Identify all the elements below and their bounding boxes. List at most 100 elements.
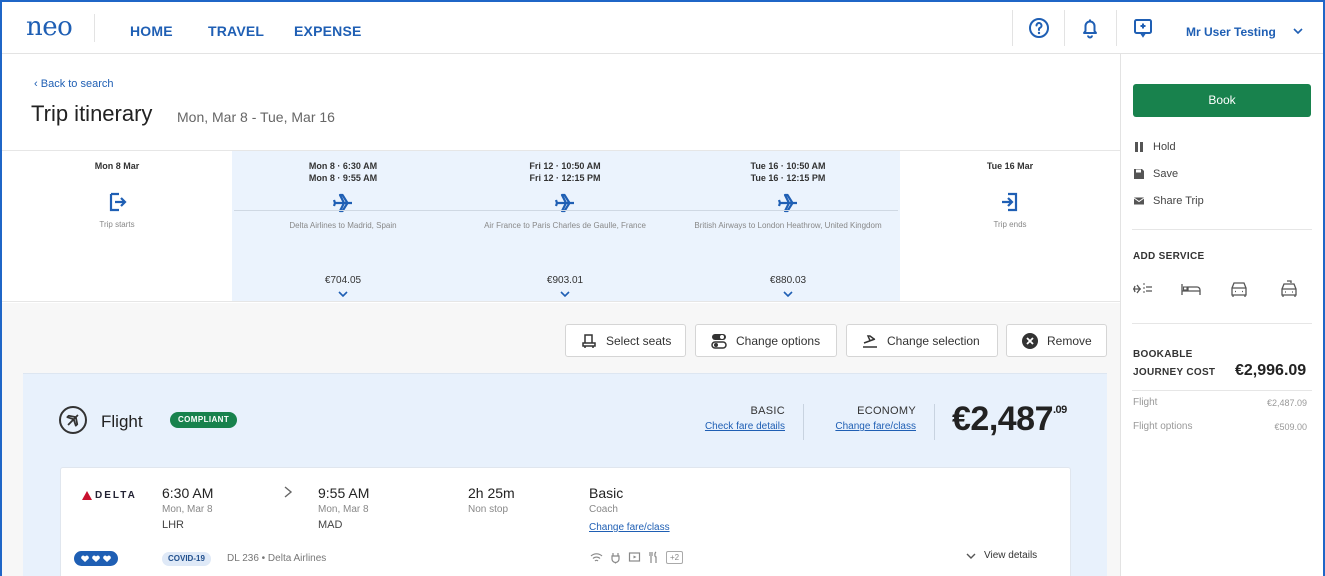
- segment-description: British Airways to London Heathrow, Unit…: [694, 221, 882, 230]
- amenities-row: +2: [590, 551, 684, 564]
- back-to-search-link[interactable]: ‹ Back to search: [34, 78, 114, 90]
- cost-row-value: €2,487.09: [1266, 398, 1307, 408]
- neo-logo[interactable]: neo: [26, 12, 73, 42]
- timeline-date: Tue 16 Mar: [986, 161, 1034, 171]
- change-fare-class-link[interactable]: Change fare/class: [822, 421, 916, 432]
- arrive-airport: MAD: [318, 519, 343, 531]
- depart-date: Mon, Mar 8: [162, 504, 213, 515]
- fare-name: Basic: [589, 485, 624, 501]
- flight-number: DL 236 • Delta Airlines: [227, 553, 327, 564]
- divider: [1064, 10, 1065, 46]
- depart-time: 6:30 AM: [162, 485, 214, 501]
- divider: [1132, 323, 1312, 324]
- remove-label: Remove: [1047, 333, 1092, 348]
- delta-logo: DELTA: [82, 490, 137, 501]
- hold-label: Hold: [1153, 141, 1176, 153]
- booking-sidebar: [1120, 54, 1323, 576]
- add-service-heading: ADD SERVICE: [1133, 251, 1205, 262]
- power-plug-icon: [611, 553, 620, 564]
- seat-icon: [582, 333, 596, 348]
- flight-circle-icon: [59, 406, 87, 434]
- segment-depart: Fri 12 · 10:50 AM: [529, 161, 601, 171]
- delta-triangle-icon: [82, 491, 92, 500]
- timeline-segment-3[interactable]: Tue 16 · 10:50 AM Tue 16 · 12:15 PM Brit…: [676, 151, 900, 301]
- flight-duration: 2h 25m: [468, 485, 515, 501]
- top-nav: neo HOME TRAVEL EXPENSE Mr User Testing: [2, 2, 1323, 54]
- add-flight-service-icon[interactable]: [1131, 279, 1153, 299]
- chevron-down-icon[interactable]: [560, 290, 570, 298]
- save-action[interactable]: Save: [1133, 168, 1178, 180]
- chevron-down-icon: [966, 553, 976, 559]
- change-selection-button[interactable]: Change selection: [846, 324, 998, 357]
- arrive-time: 9:55 AM: [318, 485, 370, 501]
- entertainment-icon: [628, 552, 641, 562]
- cost-row-value: €509.00: [1274, 422, 1307, 432]
- timeline-trip-end: Tue 16 Mar Trip ends: [900, 151, 1120, 301]
- timeline-connector: [234, 210, 898, 211]
- taxi-icon[interactable]: [1278, 279, 1300, 299]
- divider: [94, 14, 95, 42]
- help-icon[interactable]: [1027, 16, 1051, 40]
- feedback-icon[interactable]: [1131, 16, 1155, 40]
- nav-home[interactable]: HOME: [130, 23, 173, 39]
- timeline-label: Trip ends: [993, 220, 1027, 229]
- segment-depart: Tue 16 · 10:50 AM: [750, 161, 826, 171]
- bookable-line1: BOOKABLE: [1133, 349, 1193, 360]
- chevron-down-icon[interactable]: [783, 290, 793, 298]
- pause-icon: [1135, 142, 1143, 152]
- cost-row-label: Flight options: [1133, 421, 1193, 432]
- trip-timeline: Mon 8 Mar Trip starts Mon 8 · 6:30 AM Mo…: [2, 150, 1120, 302]
- share-trip-action[interactable]: Share Trip: [1133, 195, 1204, 207]
- remove-button[interactable]: Remove: [1006, 324, 1107, 357]
- more-amenities-badge[interactable]: +2: [666, 551, 684, 564]
- covid-badge[interactable]: COVID-19: [162, 552, 211, 566]
- view-details-toggle[interactable]: View details: [966, 550, 1037, 561]
- change-selection-label: Change selection: [887, 333, 980, 348]
- timeline-segment-2[interactable]: Fri 12 · 10:50 AM Fri 12 · 12:15 PM Air …: [454, 151, 676, 301]
- bell-icon[interactable]: [1078, 16, 1102, 40]
- nav-travel[interactable]: TRAVEL: [208, 23, 264, 39]
- price-cents: .09: [1053, 404, 1067, 416]
- mail-icon: [1133, 197, 1145, 205]
- trip-end-icon: [1002, 192, 1018, 212]
- trip-dates: Mon, Mar 8 - Tue, Mar 16: [177, 109, 335, 125]
- segment-description: Delta Airlines to Madrid, Spain: [289, 221, 397, 230]
- chevron-left-icon: ‹: [34, 78, 41, 90]
- chevron-down-icon[interactable]: [338, 290, 348, 298]
- change-options-label: Change options: [736, 333, 821, 348]
- segment-depart: Mon 8 · 6:30 AM: [308, 161, 378, 171]
- compliant-badge: COMPLIANT: [170, 412, 238, 428]
- timeline-segment-1[interactable]: Mon 8 · 6:30 AM Mon 8 · 9:55 AM Delta Ai…: [232, 151, 454, 301]
- segment-description: Air France to Paris Charles de Gaulle, F…: [484, 221, 646, 230]
- change-options-button[interactable]: Change options: [695, 324, 837, 357]
- select-seats-button[interactable]: Select seats: [565, 324, 686, 357]
- chevron-down-icon[interactable]: [1291, 24, 1305, 38]
- flight-stops: Non stop: [468, 504, 509, 515]
- check-fare-details-link[interactable]: Check fare details: [692, 421, 785, 432]
- trip-start-icon: [109, 192, 127, 212]
- divider: [803, 404, 804, 440]
- book-button[interactable]: Book: [1133, 84, 1311, 117]
- segment-arrive: Fri 12 · 12:15 PM: [529, 173, 601, 183]
- hold-action[interactable]: Hold: [1133, 141, 1176, 153]
- divider: [1132, 390, 1312, 391]
- user-menu-name[interactable]: Mr User Testing: [1186, 25, 1276, 39]
- timeline-label: Trip starts: [99, 220, 135, 229]
- segment-change-fare-link[interactable]: Change fare/class: [589, 522, 670, 533]
- nav-expense[interactable]: EXPENSE: [294, 23, 362, 39]
- divider: [1116, 10, 1117, 46]
- price-main: €2,487: [952, 400, 1054, 438]
- segment-price: €903.01: [546, 275, 584, 286]
- chevron-right-icon: [284, 486, 293, 498]
- close-circle-icon: [1022, 332, 1038, 349]
- view-details-label: View details: [984, 550, 1038, 561]
- back-link-label: Back to search: [40, 78, 114, 90]
- share-trip-label: Share Trip: [1153, 195, 1204, 207]
- bookable-journey-cost-value: €2,996.09: [1235, 362, 1307, 379]
- fare-basic: BASIC Check fare details: [692, 405, 785, 432]
- app-frame: neo HOME TRAVEL EXPENSE Mr User Testing: [0, 0, 1325, 576]
- divider: [1132, 229, 1312, 230]
- bookable-line2: JOURNEY COST: [1133, 367, 1216, 378]
- car-icon[interactable]: [1228, 279, 1250, 299]
- hotel-bed-icon[interactable]: [1180, 279, 1202, 299]
